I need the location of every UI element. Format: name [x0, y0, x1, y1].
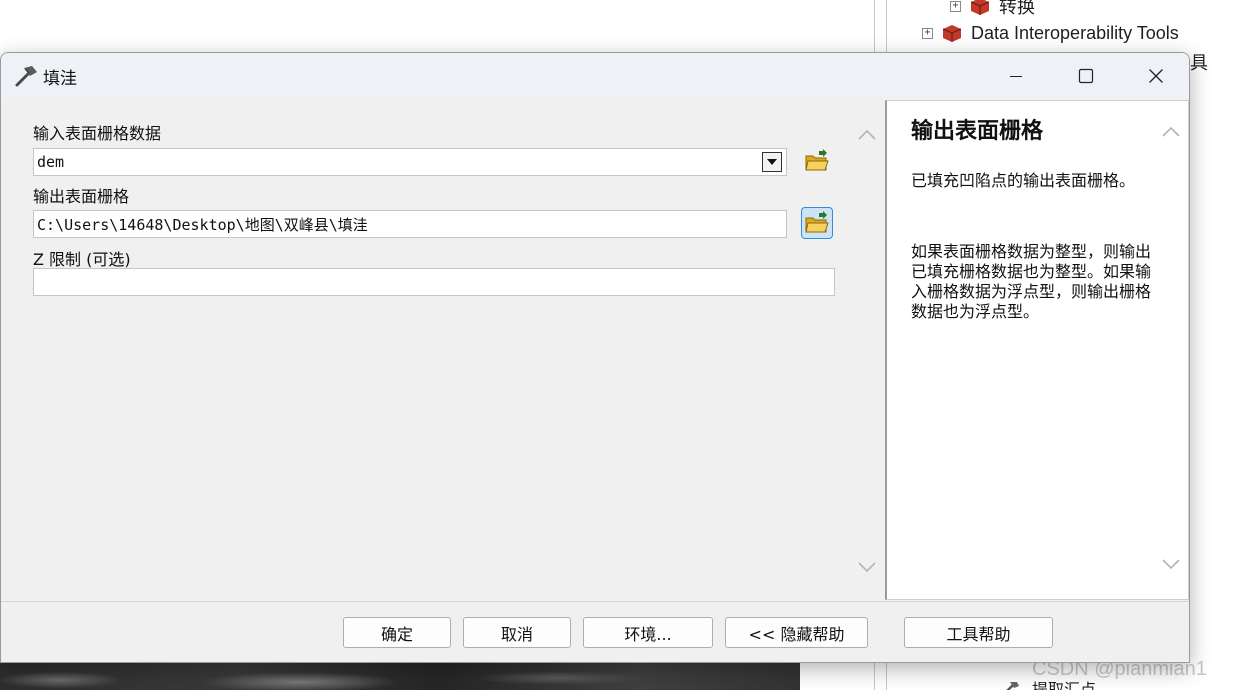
ok-button[interactable]: 确定 — [343, 617, 451, 648]
maximize-button[interactable] — [1051, 53, 1121, 99]
chevron-down-icon[interactable] — [1161, 557, 1181, 571]
input-raster-browse-button[interactable] — [801, 145, 833, 177]
input-raster-dropdown-button[interactable] — [762, 152, 782, 172]
chevron-down-icon — [767, 159, 777, 165]
hide-help-button[interactable]: << 隐藏帮助 — [725, 617, 868, 648]
help-title: 输出表面栅格 — [911, 119, 1044, 144]
open-folder-icon — [805, 149, 829, 171]
close-button[interactable] — [1121, 53, 1189, 99]
close-icon — [1149, 69, 1163, 83]
help-paragraph: 已填充凹陷点的输出表面栅格。 — [911, 171, 1136, 190]
hammer-icon — [1006, 682, 1019, 690]
expand-icon[interactable]: + — [950, 0, 961, 12]
open-folder-icon — [805, 211, 829, 233]
toolbox-icon — [970, 0, 990, 15]
input-raster-combobox[interactable]: dem — [33, 148, 787, 176]
hammer-icon — [15, 66, 37, 87]
cancel-button[interactable]: 取消 — [463, 617, 571, 648]
button-bar: 确定 取消 环境... << 隐藏帮助 工具帮助 — [1, 601, 1189, 662]
help-panel: 输出表面栅格 已填充凹陷点的输出表面栅格。 如果表面栅格数据为整型，则输出已填充… — [885, 100, 1189, 600]
toolbox-icon — [942, 25, 962, 42]
chevron-up-icon[interactable] — [1161, 125, 1181, 139]
toolbox-item-partial[interactable]: 具 — [1190, 50, 1208, 74]
toolbox-item-label: 转换 — [999, 0, 1035, 17]
tool-help-button[interactable]: 工具帮助 — [904, 617, 1053, 648]
output-raster-input[interactable]: C:\Users\14648\Desktop\地图\双峰县\填洼 — [33, 210, 787, 238]
environments-button[interactable]: 环境... — [583, 617, 713, 648]
expand-icon[interactable]: + — [922, 27, 933, 39]
z-limit-label: Z 限制 (可选) — [33, 250, 131, 269]
map-background — [0, 660, 800, 690]
fill-tool-dialog: 填洼 输入表面栅格数据 dem 输出表面栅格 C:\Users\14648\De… — [0, 52, 1190, 663]
window-title: 填洼 — [43, 68, 77, 89]
toolbox-item-label: 具 — [1190, 53, 1208, 73]
parameters-panel: 输入表面栅格数据 dem 输出表面栅格 C:\Users\14648\Deskt… — [3, 100, 852, 600]
input-raster-label: 输入表面栅格数据 — [33, 124, 162, 143]
chevron-down-icon[interactable] — [857, 560, 877, 574]
output-raster-value: C:\Users\14648\Desktop\地图\双峰县\填洼 — [37, 215, 368, 234]
z-limit-input[interactable] — [33, 268, 835, 296]
input-raster-value: dem — [37, 153, 65, 171]
minimize-button[interactable] — [981, 53, 1051, 99]
maximize-icon — [1078, 68, 1094, 84]
toolbox-item-conversion[interactable]: + 转换 — [950, 0, 1035, 18]
output-raster-label: 输出表面栅格 — [33, 187, 130, 206]
toolbox-item-label: Data Interoperability Tools — [971, 22, 1179, 43]
parameters-scrollbar[interactable] — [852, 100, 882, 600]
chevron-up-icon[interactable] — [857, 128, 877, 142]
toolbox-item-data-interoperability[interactable]: + Data Interoperability Tools — [922, 21, 1179, 45]
minimize-icon — [1010, 76, 1022, 77]
output-raster-browse-button[interactable] — [801, 207, 833, 239]
help-paragraph: 如果表面栅格数据为整型，则输出已填充栅格数据也为整型。如果输入栅格数据为浮点型，… — [911, 242, 1152, 321]
title-bar[interactable]: 填洼 — [1, 53, 1189, 99]
